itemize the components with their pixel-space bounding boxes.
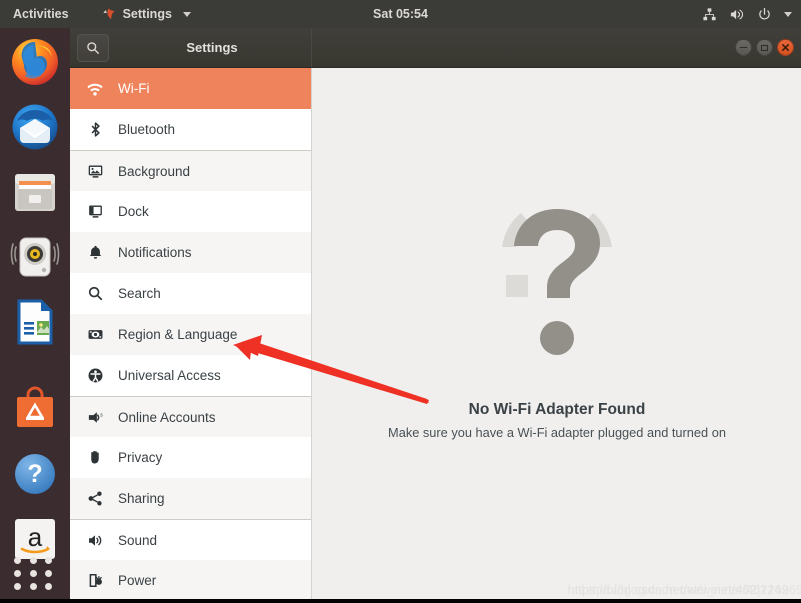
grid-dot [29, 583, 37, 590]
grid-dot [45, 557, 53, 564]
grid-dot [45, 570, 53, 577]
app-menu-label: Settings [122, 7, 172, 21]
privacy-icon [84, 447, 106, 469]
dock-item-files[interactable] [9, 166, 61, 218]
clock-label: Sat 05:54 [373, 7, 428, 21]
settings-sidebar: Wi-Fi Bluetooth Background Dock Notifica… [70, 68, 312, 603]
minimize-glyph [740, 46, 747, 49]
svg-text:s: s [100, 412, 103, 418]
sidebar-item-sound[interactable]: Sound [70, 519, 311, 560]
wifi-panel: No Wi-Fi Adapter Found Make sure you hav… [313, 68, 801, 603]
dock-item-help[interactable]: ? [9, 448, 61, 500]
dock-item-firefox[interactable] [9, 36, 61, 88]
chevron-down-glyph [784, 11, 792, 17]
sidebar-item-label: Notifications [118, 245, 192, 260]
dock-item-rhythmbox[interactable] [9, 231, 61, 283]
sidebar-item-privacy[interactable]: Privacy [70, 437, 311, 478]
universal-access-icon [84, 365, 106, 387]
sidebar-item-wifi[interactable]: Wi-Fi [70, 68, 311, 109]
notifications-icon [84, 242, 106, 264]
clock-button[interactable]: Sat 05:54 [364, 0, 437, 28]
region-language-icon [84, 324, 106, 346]
empty-state-title: No Wi-Fi Adapter Found [468, 401, 646, 418]
screen-bottom-edge [0, 599, 801, 603]
sidebar-item-background[interactable]: Background [70, 150, 311, 191]
system-tray [697, 0, 797, 28]
sidebar-item-sharing[interactable]: Sharing [70, 478, 311, 519]
sidebar-item-label: Privacy [118, 450, 163, 465]
grid-dot [14, 583, 21, 590]
sidebar-item-notifications[interactable]: Notifications [70, 232, 311, 273]
dock-item-thunderbird[interactable] [9, 101, 61, 153]
sidebar-item-label: Universal Access [118, 368, 221, 383]
sidebar-item-bluetooth[interactable]: Bluetooth [70, 109, 311, 150]
grid-dot [29, 557, 37, 564]
ubuntu-logo-icon [101, 7, 116, 22]
sidebar-item-region-language[interactable]: Region & Language [70, 314, 311, 355]
bluetooth-icon [84, 119, 106, 141]
dock-icon [84, 201, 106, 223]
sidebar-item-dock[interactable]: Dock [70, 191, 311, 232]
background-icon [84, 160, 106, 182]
search-button[interactable] [77, 33, 109, 62]
activities-label: Activities [13, 7, 69, 21]
sound-icon [84, 529, 106, 551]
question-mark-icon [472, 195, 642, 375]
sidebar-item-label: Background [118, 163, 191, 179]
window-header-bar: Settings [70, 28, 801, 68]
dock: ? a [0, 28, 70, 603]
sidebar-item-label: Region & Language [118, 327, 238, 342]
wifi-icon [84, 78, 106, 100]
activities-button[interactable]: Activities [4, 0, 78, 28]
sidebar-item-label: Sharing [118, 491, 165, 506]
close-button[interactable] [777, 39, 794, 56]
top-bar: Activities Settings Sat 05:54 [0, 0, 801, 28]
power-icon[interactable] [752, 0, 777, 28]
window-title: Settings [186, 40, 238, 55]
sidebar-item-power[interactable]: Power [70, 560, 311, 601]
network-icon[interactable] [697, 0, 722, 28]
sidebar-item-universal-access[interactable]: Universal Access [70, 355, 311, 396]
chevron-down-icon[interactable] [779, 0, 797, 28]
grid-dot [45, 583, 53, 590]
sidebar-item-label: Wi-Fi [118, 81, 150, 96]
volume-icon[interactable] [724, 0, 750, 28]
maximize-button[interactable] [756, 39, 773, 56]
sidebar-item-label: Dock [118, 204, 149, 219]
show-applications-button[interactable] [14, 557, 56, 591]
minimize-button[interactable] [735, 39, 752, 56]
svg-text:a: a [28, 522, 43, 552]
sidebar-item-online-accounts[interactable]: s Online Accounts [70, 396, 311, 437]
watermark-text-b: https://blog.csdn.net/wei.net/46214269 [581, 583, 801, 597]
grid-dot [29, 570, 37, 577]
sharing-icon [84, 488, 106, 510]
sidebar-item-label: Power [118, 573, 157, 588]
chevron-down-icon [182, 11, 191, 17]
sidebar-item-search[interactable]: Search [70, 273, 311, 314]
sidebar-item-label: Online Accounts [118, 409, 216, 425]
search-icon [84, 283, 106, 305]
sidebar-item-label: Sound [118, 532, 158, 548]
app-menu-button[interactable]: Settings [92, 0, 200, 28]
power-icon [84, 570, 106, 592]
maximize-glyph [761, 44, 768, 51]
dock-item-libreoffice-writer[interactable] [9, 296, 61, 348]
watermark: https://blog.csdn.net/wei_net/462|1269 h… [568, 583, 801, 597]
online-accounts-icon: s [84, 406, 106, 428]
screen: Activities Settings Sat 05:54 ? a Settin… [0, 0, 801, 603]
grid-dot [14, 557, 21, 564]
svg-text:?: ? [27, 460, 42, 488]
sidebar-item-label: Bluetooth [118, 122, 176, 137]
dock-item-ubuntu-software[interactable] [9, 383, 61, 435]
window-controls [735, 28, 794, 67]
grid-dot [14, 570, 21, 577]
sidebar-item-label: Search [118, 286, 161, 301]
empty-state-subtitle: Make sure you have a Wi-Fi adapter plugg… [388, 425, 726, 440]
settings-window: Settings Wi-Fi Bluetooth Background Dock… [70, 28, 801, 603]
